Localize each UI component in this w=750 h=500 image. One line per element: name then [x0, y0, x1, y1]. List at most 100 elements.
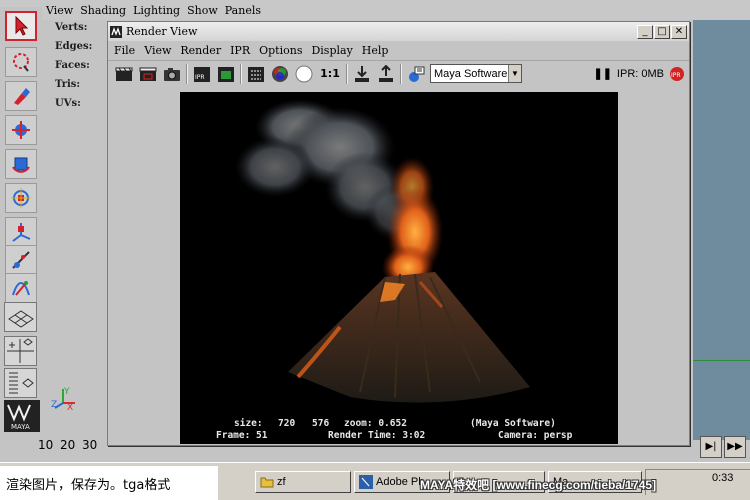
taskbar-item-zf[interactable]: zf [255, 471, 351, 493]
rv-menu-display[interactable]: Display [311, 44, 352, 57]
manipulator-tool-button[interactable] [5, 217, 37, 247]
render-canvas-area: size: 720 576 zoom: 0.652 (Maya Software… [108, 88, 689, 445]
rv-menu-ipr[interactable]: IPR [230, 44, 250, 57]
ipr-stop-icon[interactable]: IPR [669, 66, 685, 82]
render-view-menubar: File View Render IPR Options Display Hel… [108, 41, 689, 60]
render-view-window: Render View _ □ ✕ File View Render IPR O… [107, 21, 690, 446]
photoshop-icon [359, 475, 373, 489]
soft-mod-icon [12, 251, 30, 269]
menu-shading[interactable]: Shading [80, 4, 126, 17]
ipr-badge-label: IPR [671, 72, 681, 79]
rv-menu-render[interactable]: Render [180, 44, 221, 57]
menu-show[interactable]: Show [187, 4, 218, 17]
render-view-titlebar[interactable]: Render View _ □ ✕ [108, 22, 689, 41]
render-globals-icon [409, 66, 425, 82]
close-button[interactable]: ✕ [671, 24, 687, 39]
lasso-icon [13, 53, 29, 72]
renderer-dropdown[interactable]: Maya Software ▼ [430, 64, 522, 83]
volcano-render-image [235, 99, 530, 403]
render-view-toolbar: IPR 1:1 Maya Software ▼ ❚❚ IPR: 0MB IPR [108, 60, 689, 86]
scale-tool-button[interactable] [5, 183, 37, 213]
outliner-layout-button[interactable] [4, 368, 37, 398]
taskbar-item-photoshop-label: Adobe Ph [376, 476, 425, 488]
step-end-button[interactable]: ▶▶ [724, 436, 746, 458]
rgb-channels-icon [272, 65, 288, 82]
rv-menu-help[interactable]: Help [362, 44, 389, 57]
render-size-label: size: [234, 418, 263, 429]
axis-y-label: Y [63, 387, 70, 397]
single-perspective-layout-button[interactable] [4, 302, 37, 332]
display-rgb-button[interactable] [270, 64, 290, 84]
ipr-render-icon-label: IPR [195, 74, 205, 81]
rotate-tool-button[interactable] [5, 149, 37, 179]
paint-brush-icon [14, 88, 30, 105]
move-tool-button[interactable] [5, 115, 37, 145]
show-manipulator-button[interactable] [5, 273, 37, 303]
folder-icon [260, 477, 274, 488]
menu-view[interactable]: View [46, 4, 73, 17]
maximize-button[interactable]: □ [654, 24, 670, 39]
render-globals-button[interactable] [406, 64, 426, 84]
alpha-channel-icon [295, 65, 313, 82]
pause-ipr-icon[interactable]: ❚❚ [593, 67, 611, 80]
maya-main-menubar: View Shading Lighting Show Panels [0, 0, 750, 20]
four-view-layout-button[interactable] [4, 336, 37, 366]
rotate-icon [12, 157, 30, 173]
ipr-render-icon: IPR [194, 66, 210, 82]
render-camera-label: Camera: persp [498, 430, 573, 441]
layout-shortcuts: MAYA [4, 302, 40, 432]
viewport-panel[interactable] [693, 20, 750, 440]
taskbar-clock: 0:33 [712, 472, 734, 484]
refresh-ipr-button[interactable] [216, 64, 236, 84]
hud-poly-count: Verts: Edges: Faces: Tris: UVs: [55, 22, 92, 117]
manipulator-icon [12, 223, 31, 242]
render-time-label: Render Time: 3:02 [328, 430, 426, 441]
show-manipulator-icon [12, 281, 30, 296]
menu-panels[interactable]: Panels [225, 4, 261, 17]
menu-lighting[interactable]: Lighting [133, 4, 180, 17]
minimize-button[interactable]: _ [637, 24, 653, 39]
render-region-button[interactable] [138, 64, 158, 84]
soft-mod-tool-button[interactable] [5, 245, 37, 275]
hud-uvs-label: UVs: [55, 98, 81, 109]
render-settings-button[interactable] [246, 64, 266, 84]
renderer-selected-value: Maya Software [434, 67, 508, 80]
grid-line [693, 360, 750, 361]
select-tool-button[interactable] [5, 11, 37, 41]
time-tick-20: 20 [60, 438, 76, 452]
system-tray [645, 469, 750, 495]
rv-menu-file[interactable]: File [114, 44, 135, 57]
lasso-tool-button[interactable] [5, 47, 37, 77]
remove-image-button[interactable] [376, 64, 396, 84]
scale-icon [11, 188, 31, 208]
play-forward-button[interactable]: ▶| [700, 436, 722, 458]
keep-image-button[interactable] [352, 64, 372, 84]
toolbar-separator [346, 63, 348, 84]
remove-image-icon [379, 64, 393, 82]
ipr-render-button[interactable]: IPR [192, 64, 212, 84]
snapshot-button[interactable] [162, 64, 182, 84]
hud-edges-label: Edges: [55, 41, 93, 52]
clapboard-region-icon [139, 67, 157, 81]
paint-select-tool-button[interactable] [5, 81, 37, 111]
rendered-image[interactable]: size: 720 576 zoom: 0.652 (Maya Software… [180, 92, 618, 444]
real-size-button[interactable]: 1:1 [318, 64, 342, 84]
svg-text:MAYA: MAYA [11, 423, 30, 431]
toolbar-separator [400, 63, 402, 84]
rv-menu-view[interactable]: View [144, 44, 171, 57]
ipr-memory-status: ❚❚ IPR: 0MB IPR [593, 66, 689, 82]
render-view-title: Render View [126, 25, 198, 38]
render-zoom-label: zoom: 0.652 [344, 418, 407, 429]
render-size-height: 576 [312, 418, 330, 429]
time-slider[interactable]: 10 20 30 [0, 436, 110, 460]
render-size-width: 720 [278, 418, 296, 429]
refresh-ipr-icon [218, 66, 234, 82]
axis-z-label: Z [51, 400, 57, 410]
redo-render-button[interactable] [114, 64, 134, 84]
maya-logo-icon: MAYA [7, 404, 31, 431]
grid-perspective-icon [8, 310, 34, 328]
rv-menu-options[interactable]: Options [259, 44, 302, 57]
toolbar-separator [240, 63, 242, 84]
axis-x-label: X [67, 403, 73, 411]
display-alpha-button[interactable] [294, 64, 314, 84]
